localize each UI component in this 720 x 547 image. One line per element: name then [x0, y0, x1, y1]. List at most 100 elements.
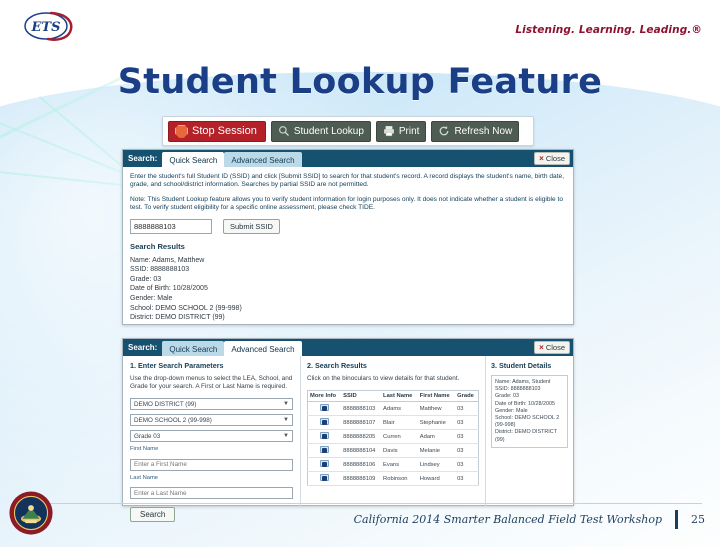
footer-separator: [675, 510, 678, 529]
submit-ssid-button[interactable]: Submit SSID: [223, 218, 280, 234]
detail-line: Date of Birth: 10/28/2005: [495, 400, 555, 407]
binoculars-icon[interactable]: [320, 474, 330, 481]
ssid-cell: 8888888107: [341, 415, 382, 430]
quick-panel-header: Search: Quick Search Advanced Search × C…: [123, 150, 573, 167]
refresh-now-button[interactable]: Refresh Now: [431, 120, 520, 142]
first-name-cell: Howard: [417, 471, 456, 486]
school-select-value: DEMO SCHOOL 2 (99-998): [134, 416, 212, 424]
binoculars-icon[interactable]: [320, 418, 330, 425]
close-label: Close: [545, 343, 565, 352]
more-info-cell[interactable]: [307, 401, 342, 416]
results-table-column-header: Last Name: [381, 390, 418, 402]
quick-close-button[interactable]: × Close: [534, 152, 570, 165]
adv-tab-quick-search[interactable]: Quick Search: [162, 341, 225, 356]
quick-note-text: Note: This Student Lookup feature allows…: [130, 195, 563, 212]
print-button[interactable]: Print: [375, 120, 427, 142]
district-select[interactable]: DEMO DISTRICT (99) ▼: [130, 398, 293, 410]
first-name-cell: Melanie: [417, 443, 456, 458]
stop-session-label: Stop Session: [192, 125, 257, 137]
student-details-column: 3. Student Details Name: Adams, Student S…: [486, 356, 573, 506]
first-name-field[interactable]: [130, 458, 293, 471]
adv-tab-advanced-search[interactable]: Advanced Search: [224, 341, 302, 356]
tab-advanced-search[interactable]: Advanced Search: [224, 152, 302, 167]
search-results-column: 2. Search Results Click on the binocular…: [301, 356, 486, 506]
ssid-cell: 8888888104: [341, 443, 382, 458]
printer-icon: [384, 126, 394, 137]
table-row[interactable]: 8888888205 Curren Adam 03: [307, 429, 479, 444]
app-toolbar: Stop Session Student Lookup Print Refres…: [162, 116, 534, 146]
district-select-value: DEMO DISTRICT (99): [134, 400, 197, 408]
svg-text:ETS: ETS: [31, 20, 61, 35]
advanced-search-label: Search:: [128, 343, 158, 352]
result-line: Gender: Male: [130, 295, 173, 302]
chevron-down-icon: ▼: [283, 401, 289, 407]
table-row[interactable]: 8888888109 Robinson Howard 03: [307, 471, 479, 486]
more-info-cell[interactable]: [307, 429, 342, 444]
result-line: SSID: 8888888103: [130, 266, 190, 274]
ssid-cell: 8888888205: [341, 429, 382, 444]
details-title: 3. Student Details: [491, 361, 552, 370]
grade-cell: 03: [455, 471, 479, 486]
more-info-cell[interactable]: [307, 443, 342, 458]
footer-text: California 2014 Smarter Balanced Field T…: [353, 513, 662, 526]
grade-cell: 03: [455, 443, 479, 458]
results-table: More Info SSID Last Name First Name Grade 88…: [307, 390, 479, 486]
results-table-body: 8888888103 Adams Matthew 03 8888888107 Blair S…: [307, 401, 479, 486]
result-line: Name: Adams, Matthew: [130, 256, 205, 264]
page-title: Student Lookup Feature: [117, 62, 603, 102]
search-button[interactable]: Search: [130, 507, 176, 522]
chevron-down-icon: ▼: [283, 433, 289, 439]
chevron-down-icon: ▼: [283, 417, 289, 423]
more-info-cell[interactable]: [307, 457, 342, 472]
grade-select[interactable]: Grade 03 ▼: [130, 430, 293, 442]
ssid-input[interactable]: [130, 218, 212, 234]
table-row[interactable]: 8888888106 Evans Lindsey 03: [307, 457, 479, 472]
last-name-cell: Robinson: [381, 471, 418, 486]
last-name-cell: Davis: [381, 443, 418, 458]
results-table-column-header: First Name: [417, 390, 456, 402]
tab-quick-search[interactable]: Quick Search: [162, 152, 225, 167]
advanced-close-button[interactable]: × Close: [534, 341, 570, 354]
ssid-cell: 8888888106: [341, 457, 382, 472]
table-row[interactable]: 8888888103 Adams Matthew 03: [307, 401, 479, 416]
more-info-cell[interactable]: [307, 415, 342, 430]
results-description: Click on the binoculars to view details …: [307, 375, 460, 382]
grade-select-value: Grade 03: [134, 432, 161, 440]
advanced-panel-header: Search: Quick Search Advanced Search × C…: [123, 339, 573, 356]
quick-search-body: Enter the student's full Student ID (SSI…: [123, 167, 573, 328]
detail-line: Name: Adams, Student: [495, 379, 551, 385]
result-line: Date of Birth: 10/28/2005: [130, 285, 208, 293]
binoculars-icon[interactable]: [320, 460, 330, 467]
more-info-cell[interactable]: [307, 471, 342, 486]
table-row[interactable]: 8888888104 Davis Melanie 03: [307, 443, 479, 458]
page-number: 25: [691, 513, 705, 526]
ssid-cell: 8888888109: [341, 471, 382, 486]
parameters-description: Use the drop-down menus to select the LE…: [130, 375, 293, 390]
table-row[interactable]: 8888888107 Blair Stephanie 03: [307, 415, 479, 430]
grade-cell: 03: [455, 457, 479, 472]
ssid-cell: 8888888103: [341, 401, 382, 416]
student-lookup-button[interactable]: Student Lookup: [270, 120, 371, 142]
results-table-column-header: More Info: [307, 390, 342, 402]
refresh-now-label: Refresh Now: [454, 125, 513, 137]
last-name-cell: Blair: [381, 415, 418, 430]
result-line: School: DEMO SCHOOL 2 (99-998): [130, 304, 242, 312]
results-title: 2. Search Results: [307, 361, 367, 370]
binoculars-icon[interactable]: [320, 446, 330, 453]
stop-icon: [175, 124, 188, 138]
last-name-field[interactable]: [130, 487, 293, 499]
school-select[interactable]: DEMO SCHOOL 2 (99-998) ▼: [130, 414, 293, 426]
detail-line: School: DEMO SCHOOL 2 (99-998): [495, 415, 560, 429]
binoculars-icon[interactable]: [320, 404, 330, 411]
search-parameters-column: 1. Enter Search Parameters Use the drop-…: [123, 356, 301, 522]
refresh-icon: [440, 126, 449, 136]
stop-session-button[interactable]: Stop Session: [168, 120, 266, 142]
state-seal-logo: [9, 491, 53, 535]
student-lookup-label: Student Lookup: [293, 125, 364, 137]
last-name-cell: Curren: [381, 429, 418, 444]
results-table-header-row: More Info SSID Last Name First Name Grade: [307, 390, 479, 402]
quick-search-label: Search:: [128, 154, 158, 163]
student-details-box: Name: Adams, Student SSID: 8888888103 Grad…: [491, 375, 568, 448]
binoculars-icon[interactable]: [320, 432, 330, 439]
result-line: Grade: 03: [130, 275, 162, 283]
